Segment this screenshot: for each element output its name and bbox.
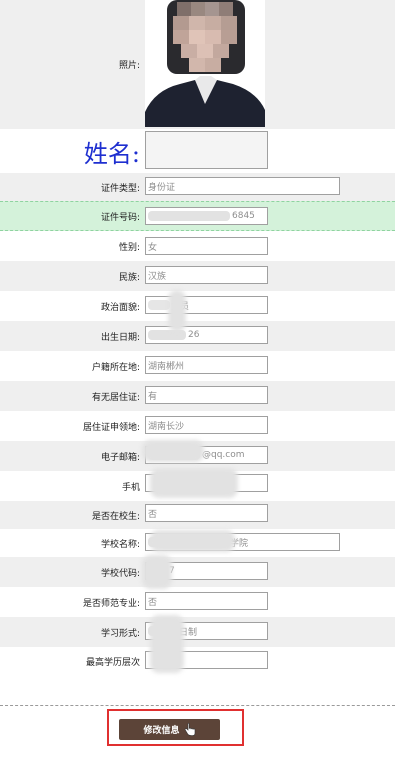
political-status-field[interactable]: 党员 (145, 296, 268, 314)
email-label: 电子邮箱: (100, 452, 140, 463)
portrait-photo-icon (145, 0, 265, 127)
redaction-mark (142, 555, 172, 589)
ethnicity-label: 民族: (118, 272, 140, 283)
form-row: 政治面貌: 党员 (0, 291, 395, 321)
birth-date-label: 出生日期: (100, 332, 140, 343)
hand-cursor-icon (184, 723, 196, 736)
hukou-location-field[interactable]: 湖南郴州 (145, 356, 268, 374)
email-value: @qq.com (202, 450, 245, 460)
redaction-mark (150, 468, 238, 498)
birth-date-value: 26 (188, 330, 200, 340)
id-type-field[interactable]: 身份证 (145, 177, 340, 195)
edit-info-button[interactable]: 修改信息 (119, 719, 220, 740)
id-number-value: 6845 (232, 211, 255, 221)
political-status-label: 政治面貌: (100, 302, 140, 313)
birth-date-field[interactable]: 26 (145, 326, 268, 344)
current-student-label: 是否在校生: (91, 511, 140, 522)
redaction-mark (150, 530, 235, 552)
normal-major-label: 是否师范专业: (82, 598, 140, 609)
name-label: 姓名: (83, 140, 140, 168)
redaction-mark (142, 440, 204, 462)
gender-label: 性别: (118, 242, 140, 253)
redaction-mark (168, 290, 186, 332)
form-row: 户籍所在地: 湖南郴州 (0, 351, 395, 381)
ethnicity-field[interactable]: 汉族 (145, 266, 268, 284)
form-row: 有无居住证: 有 (0, 381, 395, 411)
form-row: 学习形式: 日制 (0, 617, 395, 647)
id-type-label: 证件类型: (100, 183, 140, 194)
residence-permit-label: 有无居住证: (91, 392, 140, 403)
hukou-location-label: 户籍所在地: (91, 362, 140, 373)
photo-label: 照片: (118, 61, 140, 71)
gender-field[interactable]: 女 (145, 237, 268, 255)
form-row: 是否师范专业: 否 (0, 587, 395, 617)
form-row: 最高学历层次 (0, 647, 395, 675)
edit-info-label: 修改信息 (143, 726, 180, 736)
form-row: 证件类型: 身份证 (0, 173, 395, 201)
education-level-label: 最高学历层次 (85, 657, 140, 668)
form-row: 性别: 女 (0, 231, 395, 261)
residence-permit-field[interactable]: 有 (145, 386, 268, 404)
section-divider (0, 705, 395, 706)
name-field[interactable] (145, 131, 268, 169)
form-row: 证件号码: 6845 (0, 201, 395, 231)
study-mode-label: 学习形式: (100, 628, 140, 639)
form-row: 学校代码: 7 (0, 557, 395, 587)
school-name-label: 学校名称: (100, 539, 140, 550)
permit-location-label: 居住证申领地: (82, 422, 140, 433)
form-row: 出生日期: 26 (0, 321, 395, 351)
id-number-field[interactable]: 6845 (145, 207, 268, 225)
form-row: 居住证申领地: 湖南长沙 (0, 411, 395, 441)
current-student-field[interactable]: 否 (145, 504, 268, 522)
permit-location-field[interactable]: 湖南长沙 (145, 416, 268, 434)
photo-row: 照片: (0, 0, 395, 129)
id-number-label: 证件号码: (100, 212, 140, 223)
school-code-label: 学校代码: (100, 568, 140, 579)
redaction-mark (150, 615, 184, 673)
mobile-label: 手机 (121, 482, 140, 493)
form-row: 民族: 汉族 (0, 261, 395, 291)
form-row: 是否在校生: 否 (0, 501, 395, 529)
normal-major-field[interactable]: 否 (145, 592, 268, 610)
